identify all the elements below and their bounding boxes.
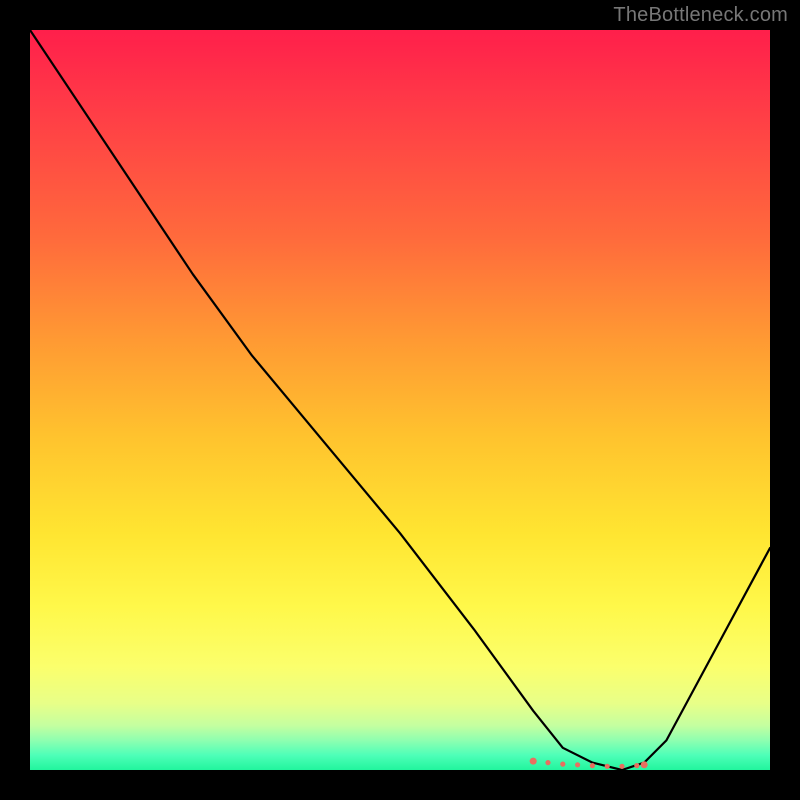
plot-area — [30, 30, 770, 770]
marker-dot — [575, 762, 580, 767]
marker-dot — [605, 764, 610, 769]
curve-svg — [30, 30, 770, 770]
chart-container: TheBottleneck.com — [0, 0, 800, 800]
bottleneck-curve — [30, 30, 770, 770]
marker-dot — [641, 761, 648, 768]
marker-dot — [530, 758, 537, 765]
marker-dot — [545, 760, 550, 765]
marker-dot — [619, 764, 624, 769]
marker-dot — [560, 762, 565, 767]
marker-dot — [590, 763, 595, 768]
marker-dot — [634, 763, 639, 768]
attribution-text: TheBottleneck.com — [613, 4, 788, 27]
